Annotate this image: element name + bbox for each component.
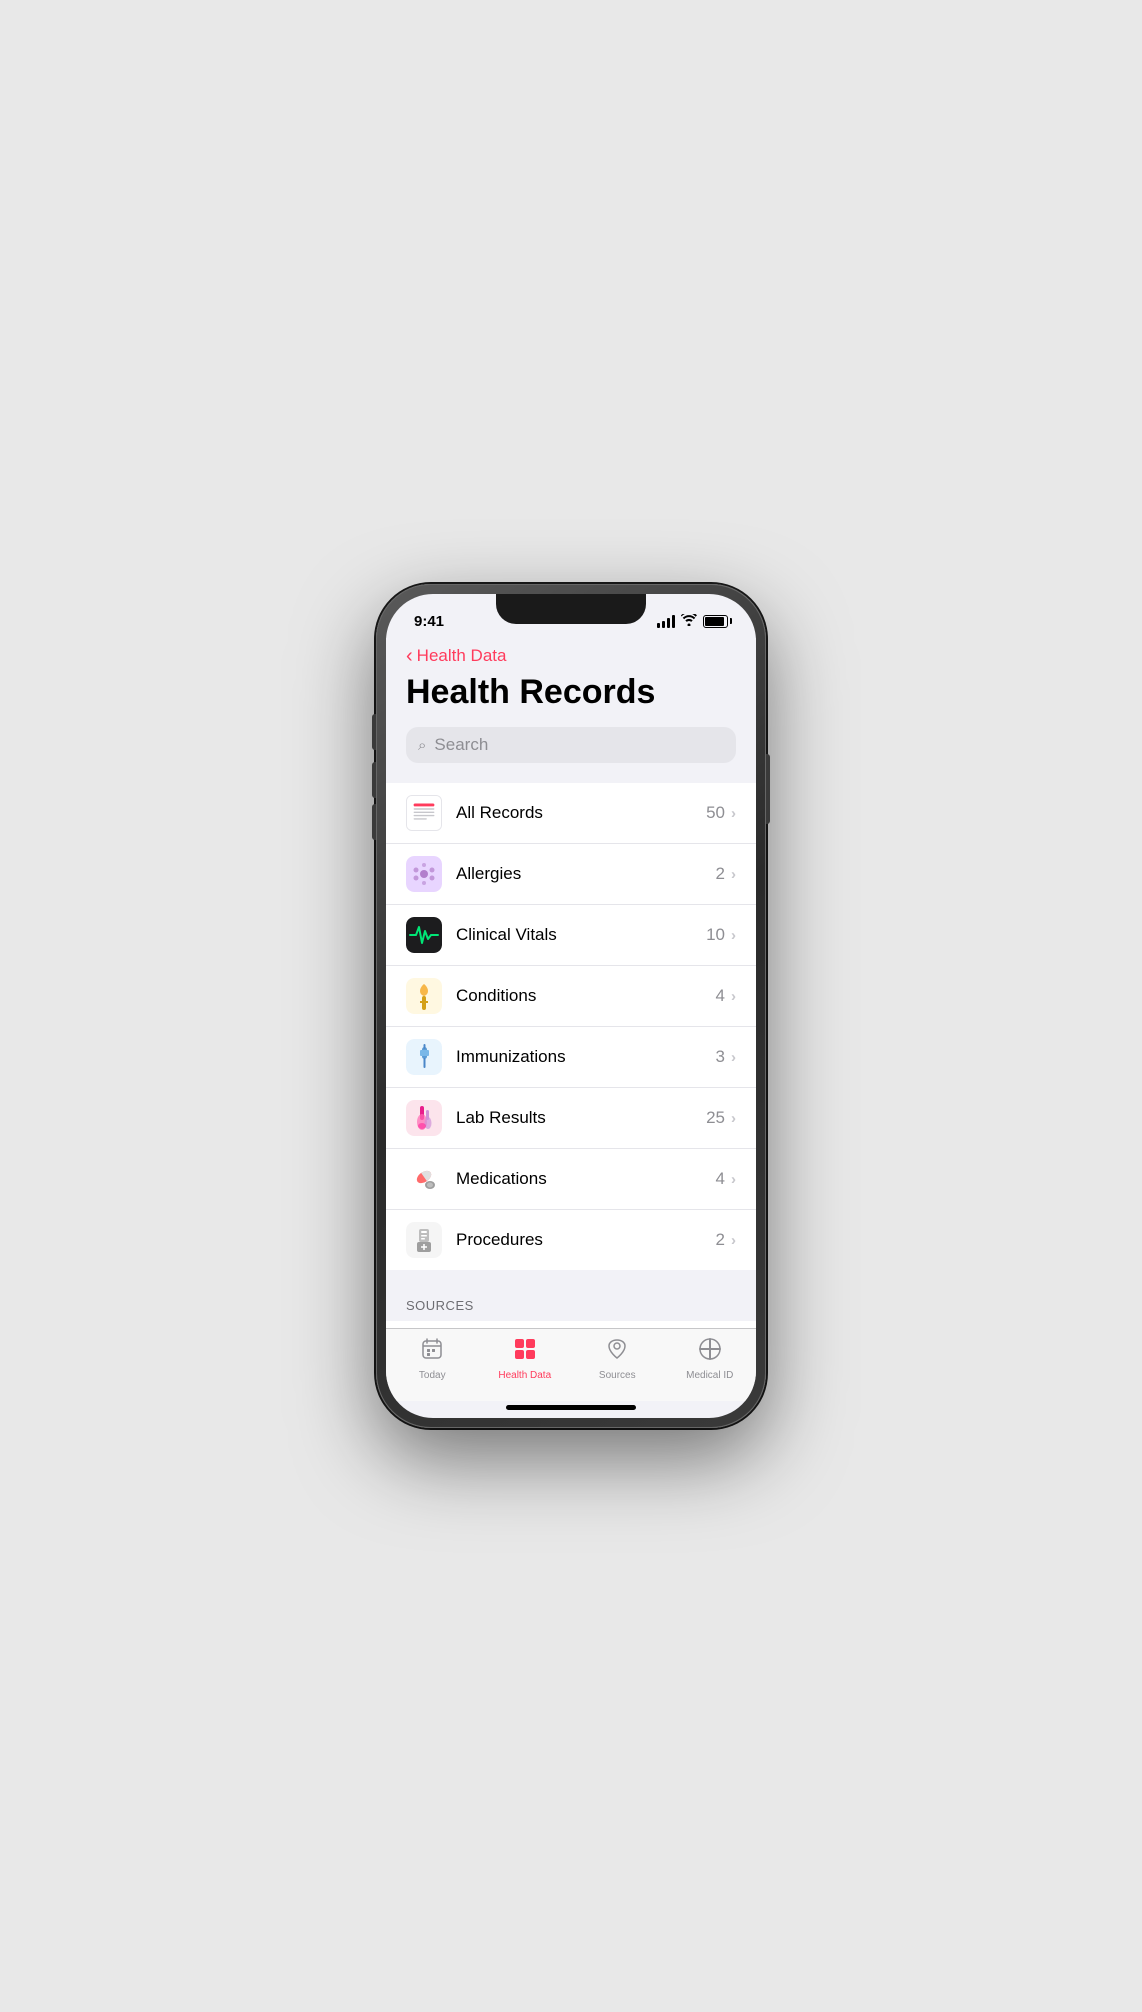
home-indicator	[506, 1405, 636, 1410]
search-placeholder: Search	[434, 735, 488, 755]
phone-screen: 9:41	[386, 594, 756, 1418]
battery-icon	[703, 615, 728, 628]
immunizations-icon	[406, 1039, 442, 1075]
category-count: 4	[716, 986, 725, 1006]
sources-list: P Penick Medical Center My Patient Porta…	[386, 1321, 756, 1328]
category-count: 2	[716, 864, 725, 884]
allergies-icon	[406, 856, 442, 892]
medical-id-icon	[698, 1337, 722, 1367]
chevron-right-icon: ›	[731, 1232, 736, 1249]
search-bar[interactable]: ⌕ Search	[406, 727, 736, 763]
notch	[496, 594, 646, 624]
list-item[interactable]: Allergies 2 ›	[386, 844, 756, 905]
lab-results-icon	[406, 1100, 442, 1136]
all-records-icon	[406, 795, 442, 831]
tab-sources-label: Sources	[599, 1370, 636, 1381]
chevron-right-icon: ›	[731, 866, 736, 883]
category-label: Lab Results	[456, 1108, 706, 1128]
list-item[interactable]: Immunizations 3 ›	[386, 1027, 756, 1088]
list-item[interactable]: Lab Results 25 ›	[386, 1088, 756, 1149]
phone-frame: 9:41	[376, 584, 766, 1428]
wifi-icon	[681, 614, 697, 629]
category-label: Allergies	[456, 864, 716, 884]
main-content: ‹ Health Data Health Records ⌕ Search	[386, 638, 756, 1328]
category-label: Procedures	[456, 1230, 716, 1250]
category-label: Immunizations	[456, 1047, 716, 1067]
clinical-vitals-icon	[406, 917, 442, 953]
list-item[interactable]: Procedures 2 ›	[386, 1210, 756, 1270]
tab-health-data[interactable]: Health Data	[479, 1337, 572, 1381]
page-title: Health Records	[386, 670, 756, 727]
list-item[interactable]: P Penick Medical Center My Patient Porta…	[386, 1321, 756, 1328]
back-nav[interactable]: ‹ Health Data	[386, 638, 756, 670]
chevron-right-icon: ›	[731, 805, 736, 822]
health-data-icon	[513, 1337, 537, 1367]
search-icon: ⌕	[418, 737, 426, 754]
conditions-icon	[406, 978, 442, 1014]
chevron-right-icon: ›	[731, 988, 736, 1005]
tab-today-label: Today	[419, 1370, 446, 1381]
category-count: 10	[706, 925, 725, 945]
list-item[interactable]: Medications 4 ›	[386, 1149, 756, 1210]
tab-medical-id[interactable]: Medical ID	[664, 1337, 757, 1381]
category-count: 3	[716, 1047, 725, 1067]
categories-list: All Records 50 ›	[386, 783, 756, 1270]
tab-sources[interactable]: Sources	[571, 1337, 664, 1381]
category-label: Clinical Vitals	[456, 925, 706, 945]
status-time: 9:41	[414, 613, 444, 630]
category-label: Conditions	[456, 986, 716, 1006]
back-chevron-icon: ‹	[406, 646, 413, 666]
category-count: 4	[716, 1169, 725, 1189]
status-icons	[657, 614, 728, 629]
category-label: Medications	[456, 1169, 716, 1189]
medications-icon	[406, 1161, 442, 1197]
list-item[interactable]: All Records 50 ›	[386, 783, 756, 844]
back-button[interactable]: ‹ Health Data	[406, 646, 506, 666]
sources-icon	[605, 1337, 629, 1367]
tab-bar: Today Health Data	[386, 1328, 756, 1401]
back-label: Health Data	[417, 646, 507, 666]
category-count: 50	[706, 803, 725, 823]
signal-bars-icon	[657, 615, 675, 628]
tab-medical-id-label: Medical ID	[686, 1370, 733, 1381]
tab-today[interactable]: Today	[386, 1337, 479, 1381]
chevron-right-icon: ›	[731, 1049, 736, 1066]
list-item[interactable]: Conditions 4 ›	[386, 966, 756, 1027]
category-count: 2	[716, 1230, 725, 1250]
chevron-right-icon: ›	[731, 1171, 736, 1188]
procedures-icon	[406, 1222, 442, 1258]
today-icon	[420, 1337, 444, 1367]
chevron-right-icon: ›	[731, 927, 736, 944]
category-count: 25	[706, 1108, 725, 1128]
chevron-right-icon: ›	[731, 1110, 736, 1127]
tab-health-data-label: Health Data	[498, 1370, 551, 1381]
category-label: All Records	[456, 803, 706, 823]
sources-section-header: SOURCES	[386, 1270, 756, 1321]
list-item[interactable]: Clinical Vitals 10 ›	[386, 905, 756, 966]
